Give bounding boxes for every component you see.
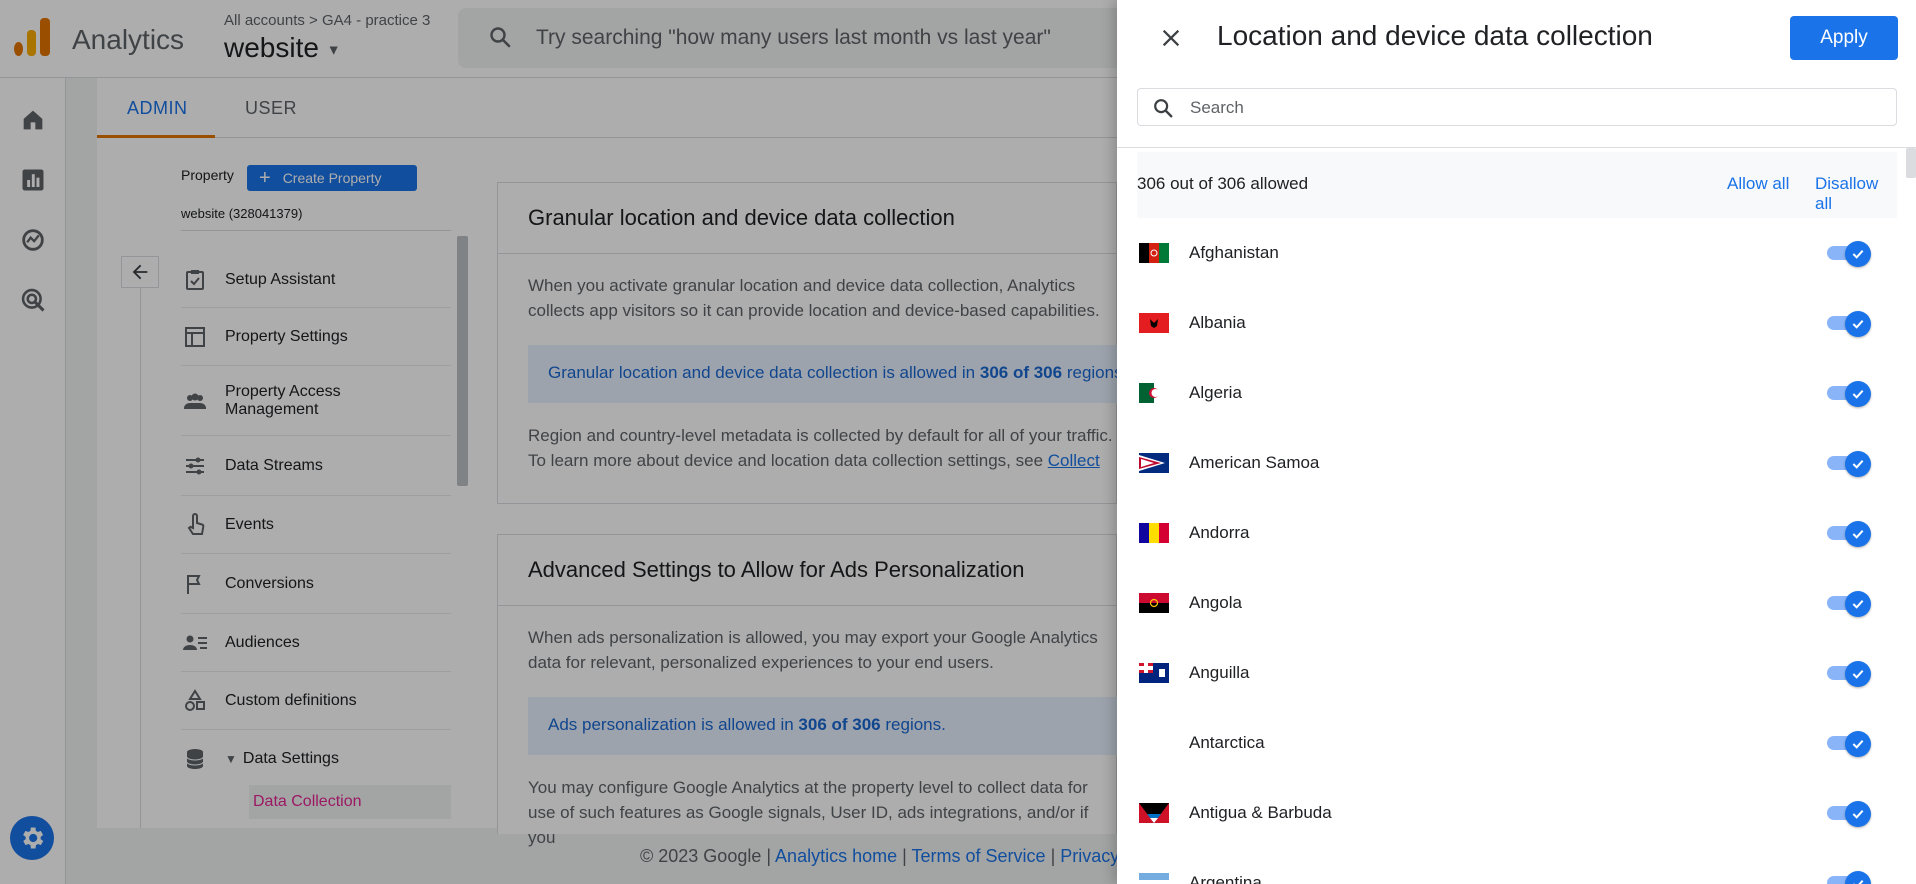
check-icon [1845,241,1871,267]
disallow-all-button[interactable]: Disallow all [1815,174,1897,214]
country-toggle[interactable] [1827,661,1871,687]
country-toggle[interactable] [1827,451,1871,477]
country-name: Antigua & Barbuda [1189,803,1332,822]
check-icon [1845,311,1871,337]
country-name: American Samoa [1189,453,1320,472]
list-item: Argentina [1137,848,1897,884]
country-toggle[interactable] [1827,801,1871,827]
list-item: Albania [1137,288,1897,358]
country-toggle[interactable] [1827,521,1871,547]
list-item: Antigua & Barbuda [1137,778,1897,848]
albania-flag-icon [1139,313,1169,333]
country-name: Argentina [1189,873,1262,884]
check-icon [1845,521,1871,547]
divider [1117,147,1916,148]
list-item: Anguilla [1137,638,1897,708]
drawer-title: Location and device data collection [1217,20,1653,51]
check-icon [1845,871,1871,884]
algeria-flag-icon [1139,383,1169,403]
country-name: Angola [1189,593,1242,612]
country-name: Antarctica [1189,733,1265,752]
apply-button[interactable]: Apply [1790,16,1898,60]
list-item: Algeria [1137,358,1897,428]
angola-flag-icon [1139,593,1169,613]
country-name: Albania [1189,313,1246,332]
allow-all-button[interactable]: Allow all [1727,174,1789,194]
location-device-drawer: Location and device data collection Appl… [1117,0,1916,884]
list-item: American Samoa [1137,428,1897,498]
country-toggle[interactable] [1827,311,1871,337]
country-name: Algeria [1189,383,1242,402]
modal-scrim[interactable] [0,0,1117,884]
country-toggle[interactable] [1827,731,1871,757]
afghanistan-flag-icon [1139,243,1169,263]
list-item: Afghanistan [1137,218,1897,288]
close-icon [1162,29,1180,47]
country-search[interactable] [1137,88,1897,126]
search-icon [1154,99,1173,118]
list-item: Andorra [1137,498,1897,568]
app-root: Analytics All accounts > GA4 - practice … [0,0,1916,884]
argentina-flag-icon [1139,873,1169,884]
anguilla-flag-icon [1139,663,1169,683]
check-icon [1845,591,1871,617]
check-icon [1845,661,1871,687]
country-toggle[interactable] [1827,381,1871,407]
country-name: Afghanistan [1189,243,1279,262]
antigua-barbuda-flag-icon [1139,803,1169,823]
country-list: Afghanistan Albania Algeria American Sam… [1137,218,1897,884]
country-toggle[interactable] [1827,591,1871,617]
country-search-input[interactable] [1190,95,1870,121]
allowed-count: 306 out of 306 allowed [1137,174,1309,193]
check-icon [1845,801,1871,827]
list-item: Angola [1137,568,1897,638]
check-icon [1845,731,1871,757]
american-samoa-flag-icon [1139,453,1169,473]
drawer-scrollbar[interactable] [1906,148,1916,178]
allowed-summary: 306 out of 306 allowed Allow all Disallo… [1137,152,1897,218]
close-button[interactable] [1155,22,1187,54]
check-icon [1845,381,1871,407]
andorra-flag-icon [1139,523,1169,543]
list-item: Antarctica [1137,708,1897,778]
country-toggle[interactable] [1827,871,1871,884]
country-name: Anguilla [1189,663,1250,682]
country-name: Andorra [1189,523,1250,542]
check-icon [1845,451,1871,477]
country-toggle[interactable] [1827,241,1871,267]
antarctica-flag-icon [1139,733,1169,753]
